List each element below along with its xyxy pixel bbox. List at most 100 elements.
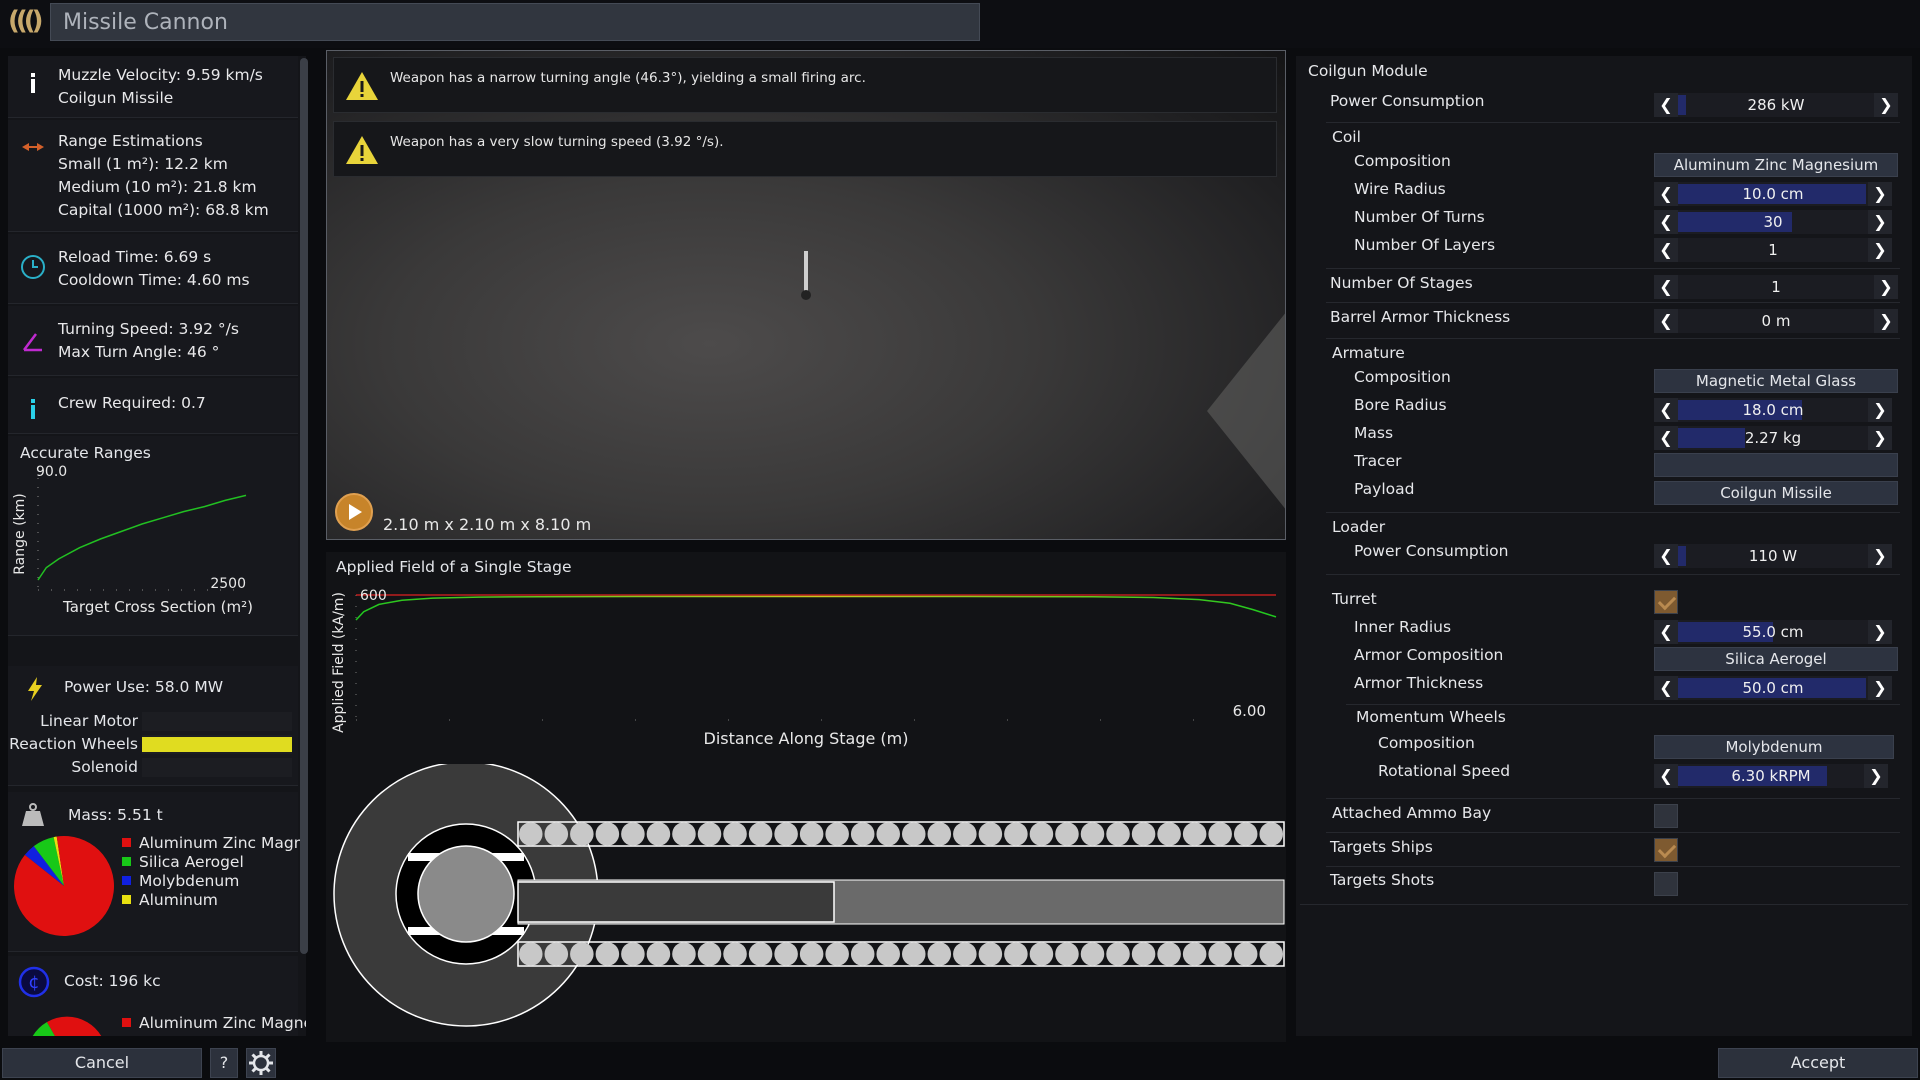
y-tick-label: 90.0 [36,464,67,480]
decrement-button[interactable]: ❮ [1654,93,1678,117]
cooldown-time-text: Cooldown Time: 4.60 ms [58,271,250,289]
field-series-line [355,595,1277,621]
payload-select[interactable]: Coilgun Missile [1654,481,1898,505]
power-bar-row: Solenoid [8,756,298,778]
increment-button[interactable]: ❯ [1868,210,1892,234]
ammo-bay-checkbox[interactable] [1654,804,1678,828]
decrement-button[interactable]: ❮ [1654,676,1678,700]
turns-label: Number Of Turns [1354,208,1485,226]
increment-button[interactable]: ❯ [1874,93,1898,117]
angle-icon [23,333,42,352]
targets-ships-checkbox[interactable] [1654,838,1678,862]
armor-composition-select[interactable]: Silica Aerogel [1654,647,1898,671]
weapon-3d-viewport[interactable]: Weapon has a narrow turning angle (46.3°… [326,50,1286,540]
rotational-speed-stepper[interactable]: ❮ 6.30 kRPM ❯ [1654,764,1888,788]
y-axis-label: Range (km) [12,493,28,575]
increment-button[interactable]: ❯ [1868,182,1892,206]
loader-power-stepper[interactable]: ❮ 110 W ❯ [1654,544,1892,568]
decrement-button[interactable]: ❮ [1654,309,1678,333]
increment-button[interactable]: ❯ [1864,764,1888,788]
weight-icon [22,803,44,826]
targets-shots-label: Targets Shots [1330,871,1435,889]
increment-button[interactable]: ❯ [1868,426,1892,450]
y-axis-label: Applied Field (kA/m) [331,592,347,733]
stats-panel: Muzzle Velocity: 9.59 km/s Coilgun Missil… [8,56,306,1036]
armor-thickness-stepper[interactable]: ❮ 50.0 cm ❯ [1654,676,1892,700]
coil-turn [850,822,875,846]
clock-icon [21,255,45,279]
coil-composition-select[interactable]: Aluminum Zinc Magnesium [1654,153,1898,177]
stages-stepper[interactable]: ❮ 1 ❯ [1654,275,1898,299]
coil-turn [1080,822,1105,846]
power-bar-label: Solenoid [71,758,138,776]
coil-turn [646,822,671,846]
loader-section-title: Loader [1332,518,1386,536]
coil-turn [1131,942,1156,966]
decrement-button[interactable]: ❮ [1654,764,1678,788]
decrement-button[interactable]: ❮ [1654,544,1678,568]
armature-mass-stepper[interactable]: ❮ 2.27 kg ❯ [1654,426,1892,450]
decrement-button[interactable]: ❮ [1654,426,1678,450]
range-estimations-stat: Range Estimations Small (1 m²): 12.2 km … [8,120,298,232]
coil-turn [519,942,543,966]
increment-button[interactable]: ❯ [1874,275,1898,299]
turns-stepper[interactable]: ❮ 30 ❯ [1654,210,1892,234]
layers-stepper[interactable]: ❮ 1 ❯ [1654,238,1892,262]
wire-radius-label: Wire Radius [1354,180,1446,198]
app-logo-icon: ((() [8,6,44,36]
decrement-button[interactable]: ❮ [1654,620,1678,644]
tracer-select[interactable] [1654,453,1898,477]
applied-field-chart: 600 6.00 Applied Field (kA/m) Distance Alon… [331,588,1277,748]
armature-composition-select[interactable]: Magnetic Metal Glass [1654,369,1898,393]
info-icon [31,73,35,93]
credits-icon: ¢ [18,966,50,998]
coil-turn [1106,942,1130,966]
warning-icon [346,72,378,100]
stages-label: Number Of Stages [1330,274,1473,292]
decrement-button[interactable]: ❮ [1654,182,1678,206]
cost-stat: ¢ Cost: 196 kc Aluminum Zinc Magnes [8,956,306,1036]
cost-legend-item: Aluminum Zinc Magnes [122,1014,306,1033]
power-bar-row: Linear Motor [8,710,298,732]
play-button[interactable] [335,493,373,531]
increment-button[interactable]: ❯ [1868,398,1892,422]
decrement-button[interactable]: ❮ [1654,238,1678,262]
bore-radius-stepper[interactable]: ❮ 18.0 cm ❯ [1654,398,1892,422]
coil-turn [953,942,977,966]
decrement-button[interactable]: ❮ [1654,275,1678,299]
settings-button[interactable] [246,1048,276,1078]
barrel-armor-stepper[interactable]: ❮ 0 m ❯ [1654,309,1898,333]
increment-button[interactable]: ❯ [1868,544,1892,568]
coil-turn [1182,822,1207,846]
accept-button[interactable]: Accept [1718,1048,1918,1078]
coil-turn [697,942,722,966]
stats-scrollbar[interactable] [300,58,308,954]
coil-turn [1080,942,1105,966]
wire-radius-stepper[interactable]: ❮ 10.0 cm ❯ [1654,182,1892,206]
coil-turn [799,942,824,966]
decrement-button[interactable]: ❮ [1654,210,1678,234]
armor-composition-label: Armor Composition [1354,646,1504,664]
targets-shots-checkbox[interactable] [1654,872,1678,896]
help-button[interactable]: ? [210,1048,238,1078]
x-axis-label: Distance Along Stage (m) [704,729,909,748]
wheel-composition-select[interactable]: Molybdenum [1654,735,1894,759]
coil-turn [1055,822,1079,846]
increment-button[interactable]: ❯ [1868,676,1892,700]
lightning-icon [28,677,42,701]
inner-radius-stepper[interactable]: ❮ 55.0 cm ❯ [1654,620,1892,644]
turret-checkbox[interactable] [1654,590,1678,614]
power-use-stat: Power Use: 58.0 MW Linear Motor Reaction … [8,666,298,786]
increment-button[interactable]: ❯ [1868,238,1892,262]
coil-turn [1029,822,1054,846]
armature-section-title: Armature [1332,344,1405,362]
ammo-bay-label: Attached Ammo Bay [1332,804,1492,822]
increment-button[interactable]: ❯ [1868,620,1892,644]
coil-section-title: Coil [1332,128,1361,146]
wheel-composition-label: Composition [1378,734,1475,752]
increment-button[interactable]: ❯ [1874,309,1898,333]
cancel-button[interactable]: Cancel [2,1048,202,1078]
power-consumption-stepper[interactable]: ❮ 286 kW ❯ [1654,93,1898,117]
design-name-input[interactable]: Missile Cannon [50,3,980,41]
decrement-button[interactable]: ❮ [1654,398,1678,422]
